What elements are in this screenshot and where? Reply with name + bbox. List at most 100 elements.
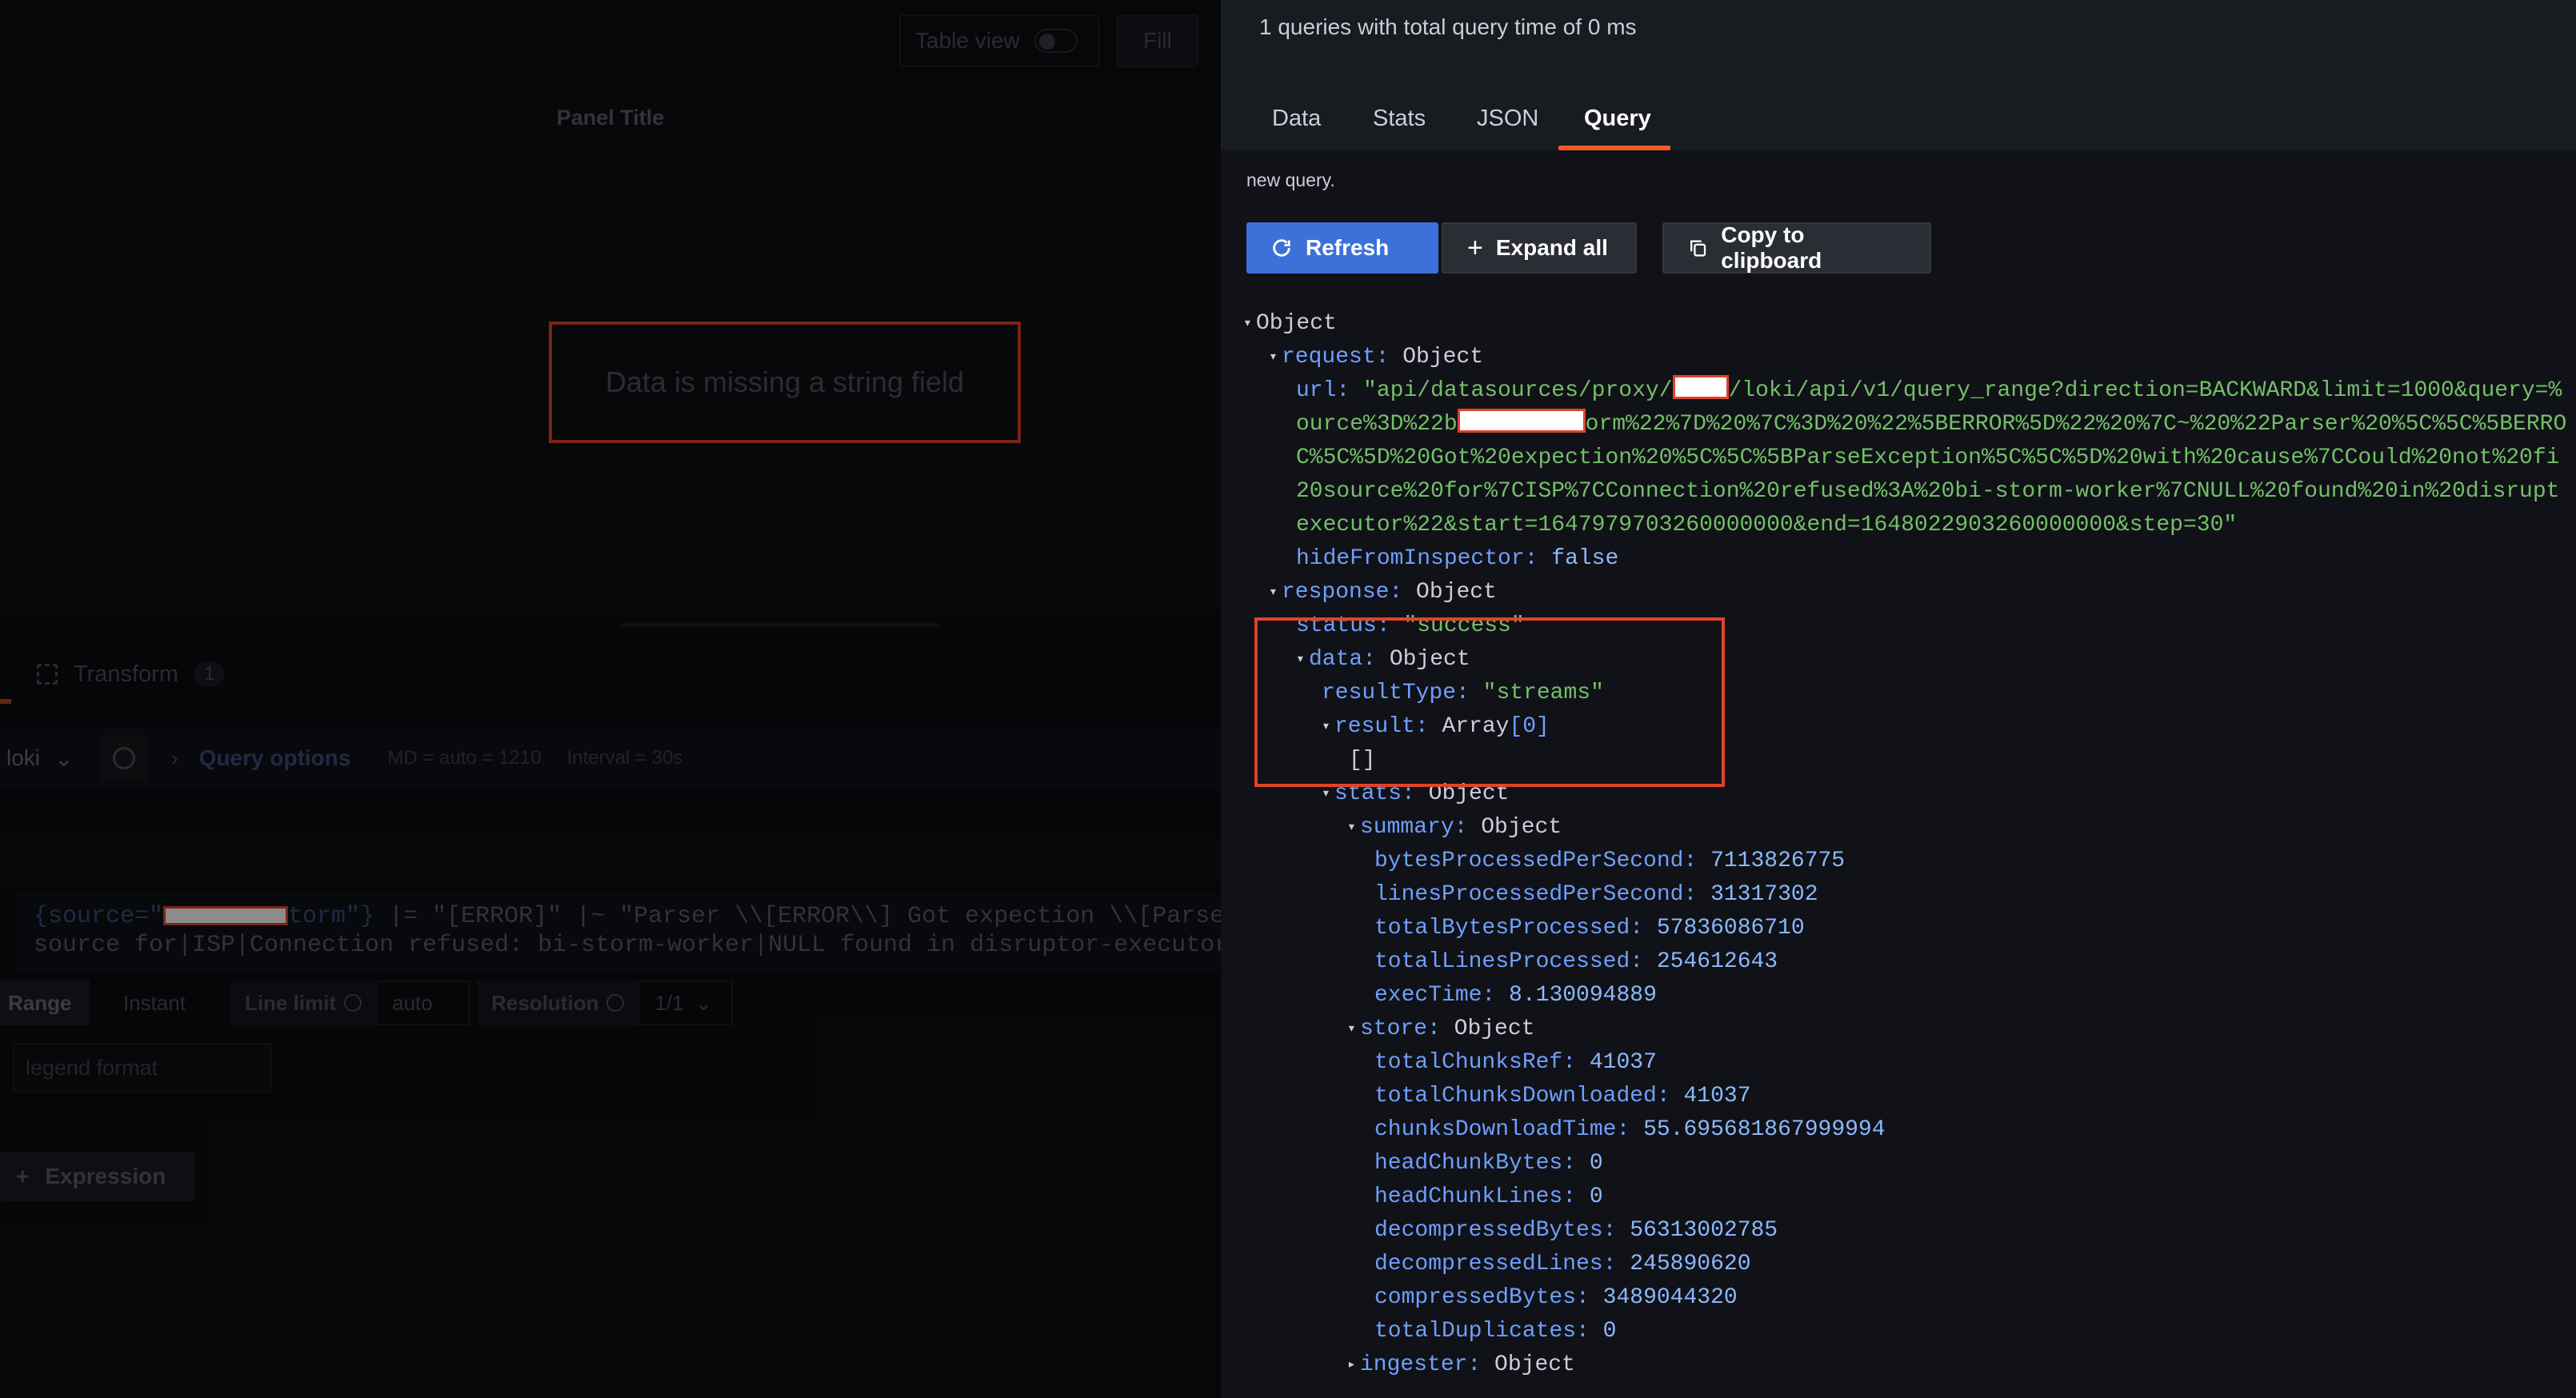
json-value: 8.130094889 — [1509, 983, 1657, 1008]
json-key: execTime: — [1374, 983, 1496, 1008]
json-node-store[interactable]: ▾ store: Object — [1347, 1013, 1534, 1046]
json-value: 55.695681867999994 — [1643, 1117, 1886, 1142]
query-line-1: |= "[ERROR]" |~ "Parser \\[ERROR\\] Got … — [374, 903, 1221, 930]
error-message: Data is missing a string field — [549, 322, 1021, 443]
panel-editor-background: Table view Fill Panel Title Data is miss… — [0, 0, 1221, 1398]
max-datapoints-meta: MD = auto = 1210 — [387, 747, 542, 769]
json-key: totalBytesProcessed: — [1374, 916, 1644, 941]
json-node-status: status: "success" — [1296, 609, 1525, 643]
query-options-toggle[interactable]: Query options — [199, 745, 351, 771]
json-key: bytesProcessedPerSecond: — [1374, 849, 1698, 873]
panel-preview: Panel Title Data is missing a string fie… — [0, 90, 1221, 614]
resolution-select[interactable]: 1/1 ⌄ — [638, 981, 734, 1025]
json-value: 20source%20for%7CISP%7CConnection%20refu… — [1296, 479, 2560, 504]
query-inspector-body: new query. Refresh + Expand all Copy to … — [1221, 150, 2576, 1398]
error-message-text: Data is missing a string field — [605, 365, 965, 398]
history-icon — [113, 747, 135, 769]
json-value: [] — [1349, 748, 1376, 773]
datasource-picker[interactable]: loki ⌄ — [0, 745, 88, 772]
json-node-response[interactable]: ▾ response: Object — [1269, 576, 1497, 609]
json-value: 0 — [1589, 1184, 1603, 1209]
json-value: Object — [1428, 781, 1510, 806]
json-node-result[interactable]: ▾ result: Array[0] — [1322, 710, 1550, 744]
json-node-exec-time: execTime: 8.130094889 — [1374, 979, 1657, 1013]
json-value: Array — [1442, 714, 1510, 739]
json-node-ingester[interactable]: ▸ ingester: Object — [1347, 1348, 1575, 1382]
json-key: request: — [1282, 345, 1390, 369]
instant-toggle[interactable]: Instant — [90, 981, 224, 1025]
collapse-triangle-icon: ▾ — [1243, 316, 1252, 332]
info-icon — [606, 994, 625, 1012]
json-value: false — [1551, 546, 1619, 571]
json-node-decompressed-bytes: decompressedBytes: 56313002785 — [1374, 1214, 1778, 1248]
query-selector-close: torm"} — [288, 903, 375, 930]
tab-data[interactable]: Data — [1272, 94, 1321, 150]
json-node-result-type: resultType: "streams" — [1322, 677, 1604, 710]
table-view-toggle[interactable]: Table view — [899, 14, 1099, 67]
tab-transform[interactable]: Transform — [74, 661, 178, 688]
toggle-switch[interactable] — [1034, 29, 1078, 53]
expand-all-button[interactable]: + Expand all — [1442, 222, 1637, 274]
json-node-data[interactable]: ▾ data: Object — [1296, 643, 1470, 677]
add-expression-button[interactable]: + Expression — [0, 1152, 195, 1201]
json-node-bytes-per-second: bytesProcessedPerSecond: 7113826775 — [1374, 845, 1845, 878]
pane-resize-handle[interactable] — [621, 622, 939, 627]
resolution-value: 1/1 — [654, 990, 684, 1015]
plus-icon: + — [16, 1164, 30, 1188]
panel-toolbar: Table view Fill — [0, 0, 1221, 90]
json-key: result: — [1334, 714, 1429, 739]
chevron-down-icon: ⌄ — [694, 990, 713, 1015]
json-key: totalDuplicates: — [1374, 1319, 1590, 1344]
line-limit-input[interactable]: auto — [376, 981, 471, 1025]
editor-tabs: Transform 1 — [0, 640, 1221, 709]
copy-label: Copy to clipboard — [1721, 222, 1822, 273]
query-history-button[interactable] — [101, 735, 147, 781]
tab-query[interactable]: Query — [1584, 94, 1651, 150]
json-value: orm%22%7D%20%7C%3D%20%22%5BERROR%5D%22%2… — [1585, 412, 2567, 437]
collapse-triangle-icon: ▾ — [1347, 1021, 1356, 1037]
tab-json[interactable]: JSON — [1477, 94, 1538, 150]
json-node-summary[interactable]: ▾ summary: Object — [1347, 811, 1562, 845]
redaction-mark — [163, 906, 289, 926]
json-node-stats[interactable]: ▾ stats: Object — [1322, 777, 1509, 811]
json-value: "streams" — [1482, 681, 1604, 705]
json-value: "success" — [1403, 613, 1525, 638]
legend-format-input[interactable]: legend format — [13, 1043, 272, 1092]
json-key: ingester: — [1360, 1352, 1482, 1377]
json-value: Object — [1416, 580, 1497, 605]
resolution-text: Resolution — [491, 990, 599, 1015]
refresh-button[interactable]: Refresh — [1246, 222, 1438, 274]
json-value: ource%3D%22b — [1296, 412, 1458, 437]
json-key: decompressedLines: — [1374, 1252, 1617, 1276]
json-key: summary: — [1360, 815, 1468, 840]
datasource-name: loki — [6, 745, 41, 770]
json-key: status: — [1296, 613, 1390, 638]
json-value: 31317302 — [1710, 882, 1818, 907]
json-value: Object — [1402, 345, 1484, 369]
table-view-label: Table view — [915, 28, 1020, 53]
json-value: Object — [1256, 311, 1337, 336]
query-header-row: loki ⌄ › Query options MD = auto = 1210 … — [0, 726, 1221, 790]
transform-icon — [37, 664, 58, 685]
json-key: decompressedBytes: — [1374, 1218, 1617, 1243]
json-node-request[interactable]: ▾ request: Object — [1269, 341, 1483, 374]
fill-button[interactable]: Fill — [1117, 14, 1198, 67]
json-value: 0 — [1589, 1151, 1603, 1176]
json-node-total-chunks-ref: totalChunksRef: 41037 — [1374, 1046, 1657, 1080]
resolution-label: Resolution — [477, 981, 639, 1025]
copy-to-clipboard-button[interactable]: Copy to clipboard — [1662, 222, 1931, 274]
json-node-compressed-bytes: compressedBytes: 3489044320 — [1374, 1281, 1738, 1315]
collapse-triangle-icon: ▾ — [1322, 786, 1330, 802]
json-value: 41037 — [1589, 1050, 1657, 1075]
json-node-total-lines: totalLinesProcessed: 254612643 — [1374, 945, 1778, 979]
tab-stats[interactable]: Stats — [1373, 94, 1426, 150]
expression-label: Expression — [45, 1164, 166, 1188]
json-array-length: [0] — [1509, 714, 1550, 739]
json-value: "api/datasources/proxy/ — [1363, 378, 1673, 403]
query-editor[interactable]: {source=" torm"} |= "[ERROR]" |~ "Parser … — [16, 893, 1221, 973]
range-toggle[interactable]: Range — [0, 981, 90, 1025]
transform-count-badge: 1 — [194, 661, 225, 687]
json-value: 7113826775 — [1710, 849, 1846, 873]
json-key: hideFromInspector: — [1296, 546, 1538, 571]
json-node-root[interactable]: ▾ Object — [1243, 307, 1337, 341]
